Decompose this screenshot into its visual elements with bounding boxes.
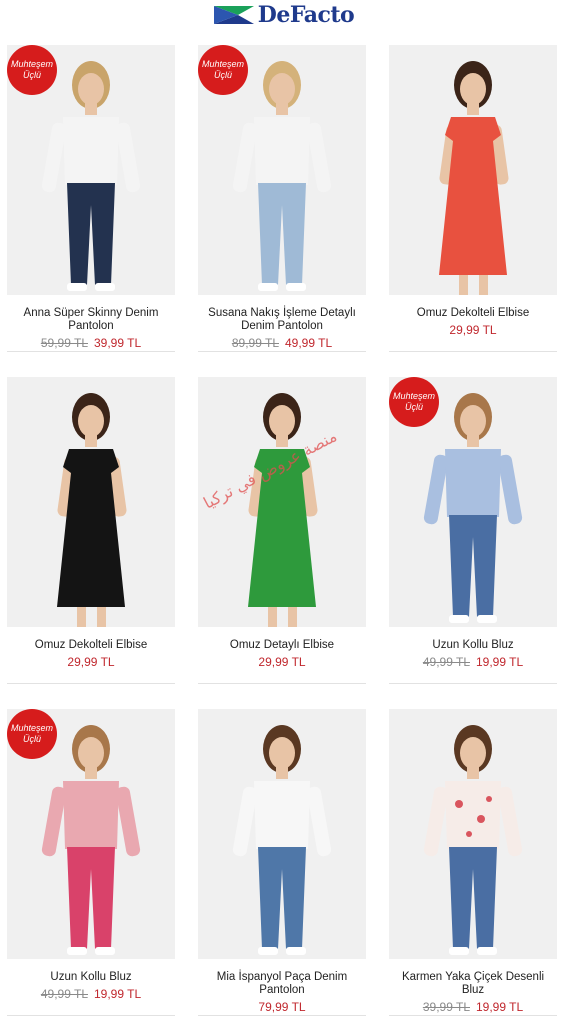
product-name[interactable]: Omuz Detaylı Elbise — [198, 639, 366, 652]
product-card[interactable]: Omuz Dekolteli Elbise 29,99 TL — [7, 377, 175, 687]
old-price: 49,99 TL — [422, 655, 470, 669]
product-info: Omuz Detaylı Elbise 29,99 TL — [198, 639, 366, 669]
product-info: Omuz Dekolteli Elbise 29,99 TL — [389, 307, 557, 337]
product-name[interactable]: Susana Nakış İşleme Detaylı Denim Pantol… — [198, 307, 366, 333]
product-prices: 49,99 TL 19,99 TL — [7, 987, 175, 1001]
current-price: 49,99 TL — [285, 336, 333, 350]
product-card[interactable]: Omuz Dekolteli Elbise 29,99 TL — [389, 45, 557, 355]
old-price: 49,99 TL — [40, 987, 88, 1001]
product-image[interactable] — [389, 709, 557, 959]
product-name[interactable]: Omuz Dekolteli Elbise — [389, 307, 557, 320]
promo-badge-line: Muhteşem — [392, 391, 436, 401]
promo-badge-line: Üçlü — [22, 734, 41, 744]
product-prices: 29,99 TL — [7, 655, 175, 669]
product-name[interactable]: Mia İspanyol Paça Denim Pantolon — [198, 971, 366, 997]
promo-badge: Muhteşem Üçlü — [198, 45, 248, 95]
product-card[interactable]: Muhteşem Üçlü Uzun Kollu Bluz 49,99 TL 19,99… — [7, 709, 175, 1019]
product-info: Omuz Dekolteli Elbise 29,99 TL — [7, 639, 175, 669]
card-divider — [198, 1015, 366, 1016]
product-prices: 59,99 TL 39,99 TL — [7, 336, 175, 350]
product-prices: 39,99 TL 19,99 TL — [389, 1000, 557, 1014]
old-price: 39,99 TL — [422, 1000, 470, 1014]
product-info: Susana Nakış İşleme Detaylı Denim Pantol… — [198, 307, 366, 350]
promo-badge: Muhteşem Üçlü — [389, 377, 439, 427]
product-prices: 89,99 TL 49,99 TL — [198, 336, 366, 350]
promo-badge-line: Üçlü — [22, 70, 41, 80]
card-divider — [389, 351, 557, 352]
product-prices: 29,99 TL — [198, 655, 366, 669]
current-price: 29,99 TL — [449, 323, 497, 337]
card-divider — [389, 1015, 557, 1016]
promo-badge-line: Üçlü — [404, 402, 423, 412]
product-image[interactable] — [389, 45, 557, 295]
product-card[interactable]: Muhteşem Üçlü Susana Nakış İşleme Detaylı … — [198, 45, 366, 355]
current-price: 29,99 TL — [67, 655, 115, 669]
product-name[interactable]: Omuz Dekolteli Elbise — [7, 639, 175, 652]
product-card[interactable]: Muhteşem Üçlü Uzun Kollu Bluz 49,99 TL 19,99… — [389, 377, 557, 687]
card-divider — [7, 683, 175, 684]
product-grid: Muhteşem Üçlü Anna Süper Skinny Denim Pant… — [0, 0, 568, 1024]
promo-badge-line: Üçlü — [213, 70, 232, 80]
product-info: Uzun Kollu Bluz 49,99 TL 19,99 TL — [389, 639, 557, 669]
product-card[interactable]: Omuz Detaylı Elbise 29,99 TL — [198, 377, 366, 687]
product-image[interactable] — [198, 709, 366, 959]
product-info: Karmen Yaka Çiçek Desenli Bluz 39,99 TL 19… — [389, 971, 557, 1014]
product-prices: 79,99 TL — [198, 1000, 366, 1014]
card-divider — [198, 683, 366, 684]
old-price: 59,99 TL — [40, 336, 88, 350]
promo-badge-line: Muhteşem — [10, 723, 54, 733]
card-divider — [389, 683, 557, 684]
product-image[interactable] — [7, 377, 175, 627]
product-prices: 29,99 TL — [389, 323, 557, 337]
product-info: Mia İspanyol Paça Denim Pantolon 79,99 TL — [198, 971, 366, 1014]
current-price: 79,99 TL — [258, 1000, 306, 1014]
product-card[interactable]: Mia İspanyol Paça Denim Pantolon 79,99 TL — [198, 709, 366, 1019]
current-price: 19,99 TL — [476, 1000, 524, 1014]
promo-badge-line: Muhteşem — [201, 59, 245, 69]
product-card[interactable]: Karmen Yaka Çiçek Desenli Bluz 39,99 TL 19… — [389, 709, 557, 1019]
product-card[interactable]: Muhteşem Üçlü Anna Süper Skinny Denim Pant… — [7, 45, 175, 355]
promo-badge-line: Muhteşem — [10, 59, 54, 69]
current-price: 39,99 TL — [94, 336, 142, 350]
card-divider — [198, 351, 366, 352]
product-name[interactable]: Uzun Kollu Bluz — [7, 971, 175, 984]
old-price: 89,99 TL — [231, 336, 279, 350]
product-prices: 49,99 TL 19,99 TL — [389, 655, 557, 669]
current-price: 19,99 TL — [476, 655, 524, 669]
product-name[interactable]: Karmen Yaka Çiçek Desenli Bluz — [389, 971, 557, 997]
product-info: Uzun Kollu Bluz 49,99 TL 19,99 TL — [7, 971, 175, 1001]
product-name[interactable]: Uzun Kollu Bluz — [389, 639, 557, 652]
promo-badge: Muhteşem Üçlü — [7, 709, 57, 759]
current-price: 29,99 TL — [258, 655, 306, 669]
promo-badge: Muhteşem Üçlü — [7, 45, 57, 95]
current-price: 19,99 TL — [94, 987, 142, 1001]
product-info: Anna Süper Skinny Denim Pantolon 59,99 TL… — [7, 307, 175, 350]
product-name[interactable]: Anna Süper Skinny Denim Pantolon — [7, 307, 175, 333]
card-divider — [7, 1015, 175, 1016]
card-divider — [7, 351, 175, 352]
